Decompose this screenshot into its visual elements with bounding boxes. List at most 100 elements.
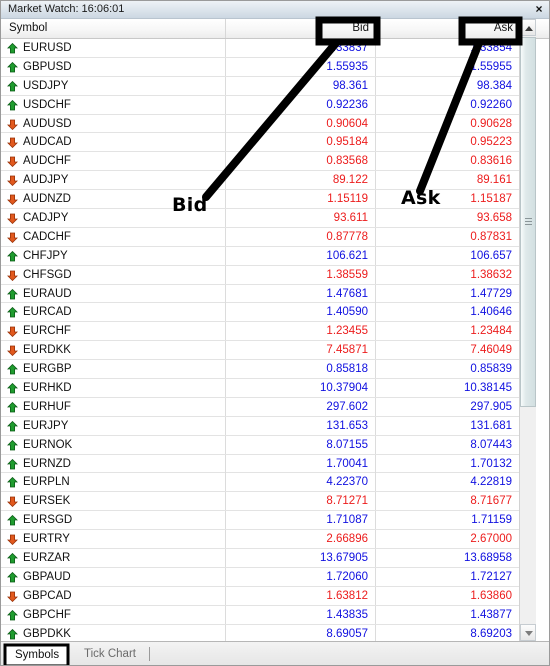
table-row[interactable]: EURNZD 1.70041 1.70132 xyxy=(1,454,519,474)
cell-symbol: EURHUF xyxy=(1,397,226,416)
cell-ask: 8.07443 xyxy=(470,438,512,451)
table-row[interactable]: CHFJPY 106.621 106.657 xyxy=(1,246,519,266)
table-row[interactable]: EURGBP 0.85818 0.85839 xyxy=(1,360,519,380)
table-row[interactable]: AUDNZD 1.15119 1.15187 xyxy=(1,190,519,210)
table-row[interactable]: GBPCHF 1.43835 1.43877 xyxy=(1,605,519,625)
cell-ask: 8.71677 xyxy=(470,495,512,508)
cell-bid: 0.87778 xyxy=(226,227,376,246)
cell-bid: 8.07155 xyxy=(226,435,376,454)
cell-bid: 131.653 xyxy=(226,416,376,435)
cell-ask: 0.85839 xyxy=(470,363,512,376)
cell-symbol: EURGBP xyxy=(1,360,226,379)
cell-bid: 93.611 xyxy=(226,209,376,228)
cell-symbol: USDCHF xyxy=(1,95,226,114)
cell-symbol: EURDKK xyxy=(1,341,226,360)
cell-ask: 1.47729 xyxy=(470,287,512,300)
table-row[interactable]: EURPLN 4.22370 4.22819 xyxy=(1,473,519,493)
scroll-up-arrow-icon[interactable] xyxy=(520,19,536,36)
cell-bid: 1.47681 xyxy=(226,284,376,303)
table-row[interactable]: GBPUSD 1.55935 1.55955 xyxy=(1,57,519,77)
cell-bid: 10.37904 xyxy=(226,379,376,398)
table-row[interactable]: EURHKD 10.37904 10.38145 xyxy=(1,379,519,398)
cell-symbol: GBPCHF xyxy=(1,605,226,624)
cell-bid: 0.85818 xyxy=(226,360,376,379)
cell-symbol: EURUSD xyxy=(1,39,226,57)
cell-symbol: GBPUSD xyxy=(1,57,226,76)
table-row[interactable]: EURUSD 1.33837 1.33854 xyxy=(1,39,519,58)
window-title: Market Watch: 16:06:01 xyxy=(8,3,125,15)
symbol-column-header[interactable]: Symbol xyxy=(1,19,226,38)
cell-symbol: EURTRY xyxy=(1,530,226,549)
cell-symbol: EURHKD xyxy=(1,379,226,398)
close-icon[interactable]: × xyxy=(532,2,546,16)
cell-bid: 1.15119 xyxy=(226,190,376,209)
cell-ask: 1.43877 xyxy=(470,608,512,621)
vertical-scrollbar[interactable] xyxy=(519,19,536,641)
table-row[interactable]: AUDJPY 89.122 89.161 xyxy=(1,171,519,191)
cell-symbol: AUDJPY xyxy=(1,171,226,190)
cell-ask: 1.71159 xyxy=(471,514,512,527)
cell-ask: 106.657 xyxy=(470,249,512,262)
cell-symbol: GBPAUD xyxy=(1,567,226,586)
cell-bid: 1.33837 xyxy=(226,39,376,57)
table-row[interactable]: EURAUD 1.47681 1.47729 xyxy=(1,284,519,304)
table-row[interactable]: EURJPY 131.653 131.681 xyxy=(1,416,519,436)
cell-ask: 93.658 xyxy=(476,212,512,225)
cell-symbol: GBPCAD xyxy=(1,586,226,605)
cell-bid: 1.63812 xyxy=(226,586,376,605)
table-row[interactable]: CADCHF 0.87778 0.87831 xyxy=(1,227,519,247)
table-row[interactable]: EURHUF 297.602 297.905 xyxy=(1,397,519,417)
bottom-tab-bar: Symbols Tick Chart xyxy=(1,641,549,665)
window-titlebar: Market Watch: 16:06:01 × xyxy=(1,1,549,19)
cell-ask: 89.161 xyxy=(476,174,512,187)
table-row[interactable]: EURDKK 7.45871 7.46049 xyxy=(1,341,519,361)
table-row[interactable]: EURSEK 8.71271 8.71677 xyxy=(1,492,519,512)
cell-ask: 0.92260 xyxy=(470,98,512,111)
bid-column-header[interactable]: Bid xyxy=(226,19,376,38)
cell-bid: 0.92236 xyxy=(226,95,376,114)
cell-symbol: EURNZD xyxy=(1,454,226,473)
table-row[interactable]: GBPAUD 1.72060 1.72127 xyxy=(1,567,519,587)
symbol-list[interactable]: EURUSD 1.33837 1.33854 GBPUSD 1.55935 1.55955… xyxy=(1,39,519,641)
table-row[interactable]: EURTRY 2.66896 2.67000 xyxy=(1,530,519,550)
cell-symbol: EURZAR xyxy=(1,549,226,568)
cell-bid: 89.122 xyxy=(226,171,376,190)
cell-symbol: CADJPY xyxy=(1,209,226,228)
table-row[interactable]: EURSGD 1.71087 1.71159 xyxy=(1,511,519,531)
cell-bid: 297.602 xyxy=(226,397,376,416)
cell-ask: 1.40646 xyxy=(470,306,512,319)
scroll-down-arrow-icon[interactable] xyxy=(520,624,536,641)
cell-bid: 1.38559 xyxy=(226,265,376,284)
cell-ask: 1.55955 xyxy=(470,60,512,73)
table-row[interactable]: EURZAR 13.67905 13.68958 xyxy=(1,549,519,568)
table-row[interactable]: GBPCAD 1.63812 1.63860 xyxy=(1,586,519,606)
table-row[interactable]: AUDUSD 0.90604 0.90628 xyxy=(1,114,519,134)
cell-bid: 1.23455 xyxy=(226,322,376,341)
cell-ask: 1.72127 xyxy=(470,570,512,583)
cell-symbol: EURSGD xyxy=(1,511,226,530)
cell-ask: 2.67000 xyxy=(470,533,512,546)
table-row[interactable]: CHFSGD 1.38559 1.38632 xyxy=(1,265,519,285)
cell-symbol: CHFSGD xyxy=(1,265,226,284)
cell-symbol: EURCHF xyxy=(1,322,226,341)
table-row[interactable]: USDJPY 98.361 98.384 xyxy=(1,76,519,96)
cell-ask: 8.69203 xyxy=(470,627,512,640)
table-row[interactable]: CADJPY 93.611 93.658 xyxy=(1,209,519,228)
table-row[interactable]: EURCHF 1.23455 1.23484 xyxy=(1,322,519,342)
cell-symbol: AUDCHF xyxy=(1,152,226,171)
tab-separator xyxy=(149,647,150,661)
cell-symbol: EURJPY xyxy=(1,416,226,435)
ask-column-header[interactable]: Ask xyxy=(376,19,519,38)
table-row[interactable]: EURCAD 1.40590 1.40646 xyxy=(1,303,519,323)
tab-tick-chart[interactable]: Tick Chart xyxy=(75,644,145,664)
cell-ask: 0.87831 xyxy=(470,230,512,243)
tab-symbols[interactable]: Symbols xyxy=(5,644,70,664)
table-row[interactable]: GBPDKK 8.69057 8.69203 xyxy=(1,624,519,641)
cell-bid: 1.71087 xyxy=(226,511,376,530)
scrollbar-thumb[interactable] xyxy=(520,37,536,407)
table-row[interactable]: AUDCAD 0.95184 0.95223 xyxy=(1,133,519,153)
table-row[interactable]: AUDCHF 0.83568 0.83616 xyxy=(1,152,519,172)
cell-ask: 1.33854 xyxy=(470,42,512,54)
table-row[interactable]: EURNOK 8.07155 8.07443 xyxy=(1,435,519,455)
table-row[interactable]: USDCHF 0.92236 0.92260 xyxy=(1,95,519,115)
